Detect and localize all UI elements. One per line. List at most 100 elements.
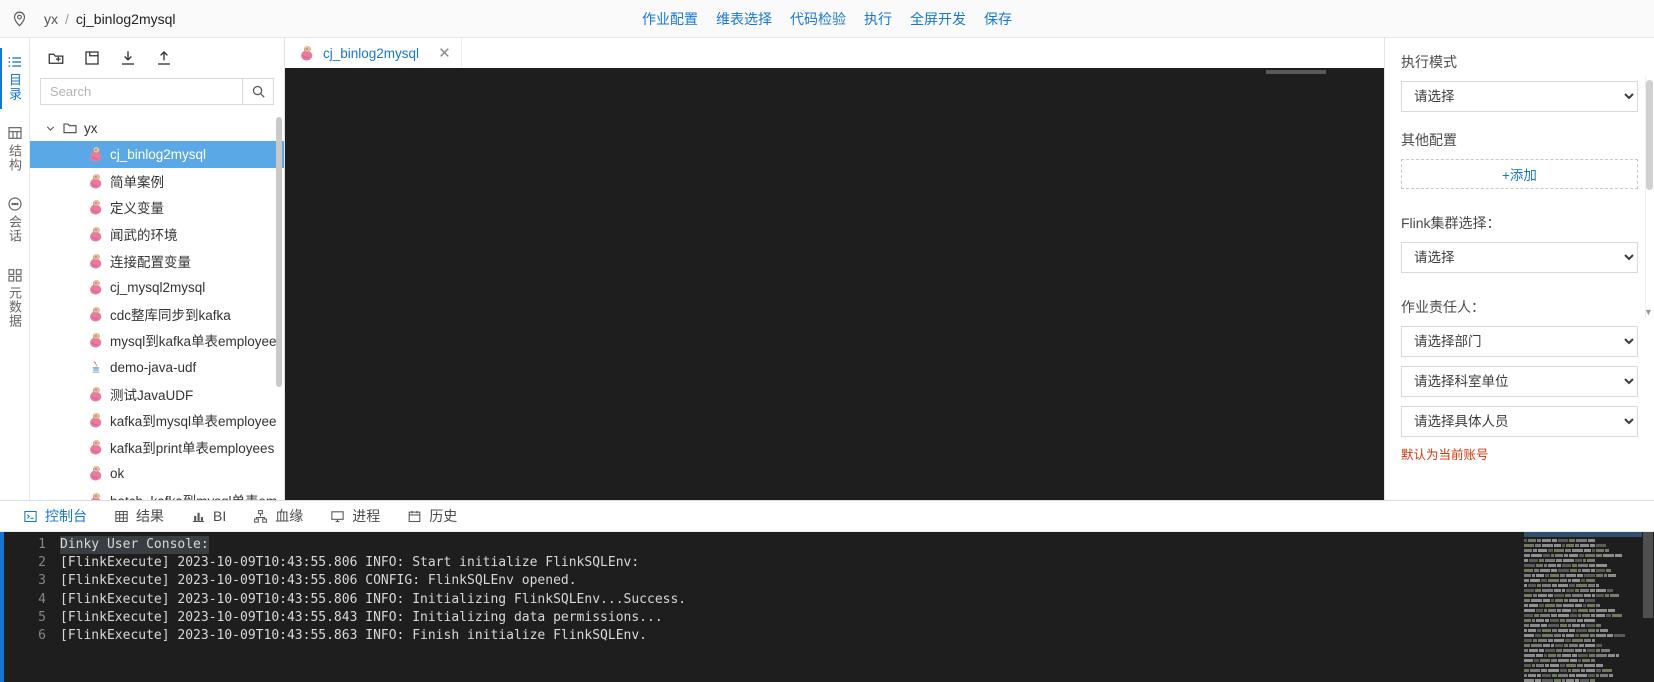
editor-area: cj_binlog2mysql ✕ <box>285 38 1384 500</box>
tree-scrollbar[interactable] <box>276 117 282 387</box>
tree-item-label: batch_kafka到mysql单表em <box>110 490 277 500</box>
menu-save[interactable]: 保存 <box>984 9 1012 29</box>
tree-item[interactable]: batch_kafka到mysql单表em <box>30 487 284 500</box>
tree-item[interactable]: 连接配置变量 <box>30 247 284 274</box>
file-tree-panel: yx cj_binlog2mysql 简单案例定义变量闻武的环境连接配置变量 cj_… <box>30 38 285 500</box>
log-line: 1 Dinky User Console: <box>4 536 1524 555</box>
rail-item-structure[interactable]: 结构 <box>0 115 30 186</box>
search-icon[interactable] <box>242 79 273 104</box>
tree-item[interactable]: ok <box>30 460 284 487</box>
rail-label-structure: 结构 <box>7 144 22 172</box>
new-folder-icon[interactable] <box>46 48 66 68</box>
unit-select[interactable]: 请选择科室单位 <box>1401 366 1638 397</box>
flink-squirrel-icon <box>88 279 105 295</box>
flink-cluster-label: Flink集群选择： <box>1401 215 1501 231</box>
log-line: 5 [FlinkExecute] 2023-10-09T10:43:55.843 … <box>4 609 1524 627</box>
location-pin-icon <box>8 8 30 30</box>
tree-item[interactable]: 闻武的环境 <box>30 221 284 248</box>
tree-item-label: mysql到kafka单表employee <box>110 334 277 350</box>
tree-item[interactable]: mysql到kafka单表employee <box>30 327 284 354</box>
editor-minimap-marker <box>1266 70 1326 74</box>
person-select[interactable]: 请选择具体人员 <box>1401 406 1638 437</box>
log-minimap[interactable] <box>1524 532 1642 682</box>
tree-item[interactable]: kafka到mysql单表employee <box>30 407 284 434</box>
rail-item-catalog[interactable]: 目录 <box>0 44 30 115</box>
tree-root-node[interactable]: yx <box>30 115 284 141</box>
console-tab-history[interactable]: 历史 <box>406 506 457 526</box>
rail-item-metadata[interactable]: 元数据 <box>0 257 30 342</box>
department-select[interactable]: 请选择部门 <box>1401 326 1638 357</box>
flink-squirrel-icon <box>88 146 105 162</box>
log-scrollbar[interactable] <box>1642 532 1654 682</box>
flink-squirrel-icon <box>88 465 105 481</box>
tree-item-label: kafka到print单表employees <box>110 440 275 456</box>
chart-icon <box>190 508 206 524</box>
tree-item[interactable]: 定义变量 <box>30 194 284 221</box>
rail-item-session[interactable]: 会话 <box>0 186 30 257</box>
panel-scroll-track[interactable]: ▲ ▼ <box>1644 76 1654 318</box>
console-tab-bi[interactable]: BI <box>190 508 226 524</box>
log-line-text: [FlinkExecute] 2023-10-09T10:43:55.806 C… <box>60 573 577 589</box>
menu-code-check[interactable]: 代码检验 <box>790 9 846 29</box>
search-input[interactable] <box>41 79 242 104</box>
tree-item-label: 连接配置变量 <box>110 254 191 270</box>
chevron-down-icon[interactable] <box>44 122 56 134</box>
job-owner-label: 作业责任人： <box>1401 299 1485 315</box>
breadcrumb-root[interactable]: yx <box>44 11 58 27</box>
tree-root-label: yx <box>84 120 98 136</box>
new-file-icon[interactable] <box>82 48 102 68</box>
minimap-slider[interactable] <box>1524 532 1642 537</box>
import-icon[interactable] <box>118 48 138 68</box>
console-tab-result[interactable]: 结果 <box>113 506 164 526</box>
console-log-area[interactable]: 1 Dinky User Console: 2 [FlinkExecute] 2023… <box>0 532 1654 682</box>
tree-item-label: demo-java-udf <box>110 359 197 375</box>
console-tab-label: 控制台 <box>45 508 87 524</box>
console-tab-process[interactable]: 进程 <box>329 506 380 526</box>
tree-toolbar <box>30 38 284 72</box>
flink-squirrel-icon <box>88 306 105 322</box>
flink-squirrel-icon <box>88 173 105 189</box>
menu-dim-table-select[interactable]: 维表选择 <box>716 9 772 29</box>
tree-item[interactable]: 测试JavaUDF <box>30 380 284 407</box>
terminal-icon <box>22 508 38 524</box>
job-config-panel: 执行模式 请选择 其他配置 +添加 Flink集群选择： 请选择 作业责任人： … <box>1384 38 1654 500</box>
chat-icon <box>7 196 23 212</box>
console-tab-bar: 控制台 结果 BI 血缘 进程 历史 <box>0 501 1654 532</box>
editor-tab-cj-binlog2mysql[interactable]: cj_binlog2mysql ✕ <box>285 38 462 68</box>
tree-item-label: cj_binlog2mysql <box>110 146 207 162</box>
tree-item[interactable]: cdc整库同步到kafka <box>30 301 284 328</box>
close-icon[interactable]: ✕ <box>438 46 451 61</box>
tree-item[interactable]: 简单案例 <box>30 168 284 195</box>
log-scrollbar-thumb[interactable] <box>1643 532 1653 618</box>
flink-squirrel-icon <box>88 492 105 500</box>
activity-rail: 目录 结构 会话 元数据 <box>0 38 30 500</box>
exec-mode-label: 执行模式 <box>1401 54 1457 70</box>
menu-fullscreen-dev[interactable]: 全屏开发 <box>910 9 966 29</box>
menu-job-config[interactable]: 作业配置 <box>642 9 698 29</box>
log-line-number: 6 <box>38 628 46 644</box>
tree-item[interactable]: kafka到print单表employees <box>30 434 284 461</box>
menu-execute[interactable]: 执行 <box>864 9 892 29</box>
console-tab-lineage[interactable]: 血缘 <box>252 506 303 526</box>
console-tab-console[interactable]: 控制台 <box>22 506 87 526</box>
log-line-text: [FlinkExecute] 2023-10-09T10:43:55.863 I… <box>60 628 647 644</box>
chevron-down-icon[interactable]: ▼ <box>1644 307 1653 317</box>
export-icon[interactable] <box>154 48 174 68</box>
add-config-button[interactable]: +添加 <box>1401 159 1638 189</box>
code-editor-surface[interactable] <box>285 68 1384 500</box>
config-scrollbar-thumb[interactable] <box>1646 80 1653 190</box>
flink-squirrel-icon <box>88 386 105 402</box>
tree-item[interactable]: cj_binlog2mysql <box>30 141 284 168</box>
minimap-content <box>1524 538 1625 682</box>
top-menu: 作业配置 维表选择 代码检验 执行 全屏开发 保存 <box>0 0 1654 38</box>
rail-label-session: 会话 <box>7 215 22 243</box>
other-config-label: 其他配置 <box>1401 132 1457 148</box>
flink-squirrel-icon <box>88 439 105 455</box>
tree-item-label: 定义变量 <box>110 201 164 217</box>
flink-cluster-select[interactable]: 请选择 <box>1401 242 1638 273</box>
exec-mode-select[interactable]: 请选择 <box>1401 81 1638 112</box>
tree-item[interactable]: demo-java-udf <box>30 354 284 381</box>
flink-squirrel-icon <box>88 253 105 269</box>
tree-item[interactable]: cj_mysql2mysql <box>30 274 284 301</box>
rail-label-catalog: 目录 <box>7 73 22 101</box>
